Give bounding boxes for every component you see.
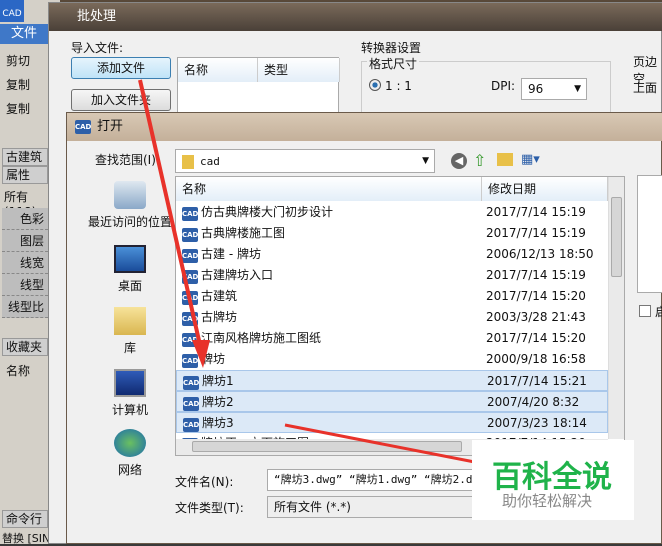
watermark-sub: 助你轻松解决	[502, 492, 593, 510]
arrow-line	[284, 423, 491, 467]
arrow-line	[138, 79, 202, 346]
arrowhead	[192, 340, 210, 368]
watermark: 百科全说 助你轻松解决	[472, 440, 634, 520]
